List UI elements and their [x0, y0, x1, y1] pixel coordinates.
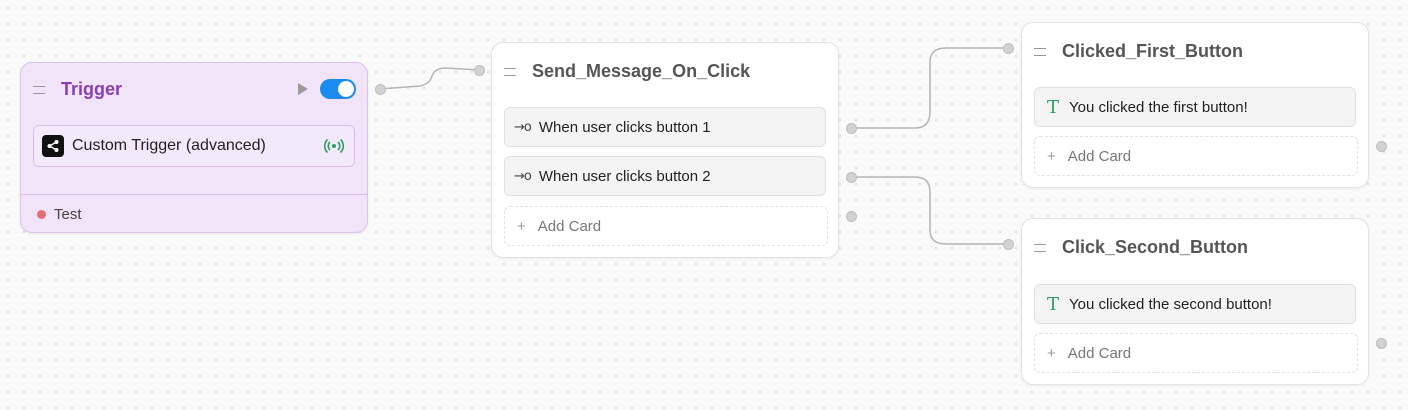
custom-trigger-label: Custom Trigger (advanced)	[72, 137, 266, 154]
click-second-title: Click_Second_Button	[1062, 237, 1249, 257]
send-message-node[interactable]: Send_Message_On_Click →o When user click…	[491, 42, 839, 258]
button2-branch-label: When user clicks button 2	[538, 167, 711, 185]
click-second-input-port[interactable]	[1003, 239, 1014, 250]
edge-button1-to-clicked-first[interactable]	[851, 47, 1008, 129]
trigger-output-port[interactable]	[375, 84, 386, 95]
add-card-button[interactable]: + Add Card	[504, 206, 828, 246]
click-second-node[interactable]: Click_Second_Button T You clicked the se…	[1021, 218, 1369, 385]
clicked-first-output-port[interactable]	[1376, 141, 1387, 152]
plus-icon: +	[1047, 147, 1056, 165]
drag-handle-icon[interactable]	[1034, 47, 1046, 56]
edge-button2-to-click-second[interactable]	[851, 176, 1008, 245]
add-card-label: Add Card	[537, 217, 602, 235]
clicked-first-input-port[interactable]	[1003, 43, 1014, 54]
trigger-status[interactable]: Test	[37, 206, 82, 223]
branch-arrow-icon: →o	[514, 119, 532, 135]
trigger-node[interactable]: Trigger Custom Trigger (advanced) Test	[20, 62, 368, 233]
button1-branch-label: When user clicks button 1	[538, 118, 711, 136]
clicked-first-header[interactable]: Clicked_First_Button	[1034, 41, 1243, 62]
edge-trigger-to-send-message[interactable]	[379, 67, 480, 90]
trigger-header[interactable]: Trigger	[33, 79, 122, 100]
add-card-label: Add Card	[1067, 344, 1132, 362]
branch-arrow-icon: →o	[514, 168, 532, 184]
add-card-button[interactable]: + Add Card	[1034, 333, 1358, 373]
play-icon[interactable]	[298, 83, 308, 95]
toggle-knob	[338, 81, 354, 97]
first-message-card[interactable]: T You clicked the first button!	[1034, 87, 1356, 127]
click-second-output-port[interactable]	[1376, 338, 1387, 349]
add-card-label: Add Card	[1067, 147, 1132, 165]
clicked-first-title: Clicked_First_Button	[1062, 41, 1244, 61]
trigger-enabled-toggle[interactable]	[320, 79, 356, 99]
send-message-input-port[interactable]	[474, 65, 485, 76]
click-second-header[interactable]: Click_Second_Button	[1034, 237, 1248, 258]
second-message-label: You clicked the second button!	[1069, 295, 1272, 313]
button2-output-port[interactable]	[846, 172, 857, 183]
send-message-title: Send_Message_On_Click	[532, 61, 751, 81]
clicked-first-node[interactable]: Clicked_First_Button T You clicked the f…	[1021, 22, 1369, 188]
text-icon: T	[1047, 293, 1060, 315]
button2-branch-card[interactable]: →o When user clicks button 2	[504, 156, 826, 196]
plus-icon: +	[1047, 344, 1056, 362]
button1-output-port[interactable]	[846, 123, 857, 134]
text-icon: T	[1047, 96, 1060, 118]
drag-handle-icon[interactable]	[33, 85, 45, 94]
button1-branch-card[interactable]: →o When user clicks button 1	[504, 107, 826, 147]
first-message-label: You clicked the first button!	[1069, 98, 1248, 116]
trigger-title: Trigger	[61, 79, 123, 99]
drag-handle-icon[interactable]	[1034, 243, 1046, 252]
broadcast-icon	[323, 136, 345, 161]
add-card-button[interactable]: + Add Card	[1034, 136, 1358, 176]
drag-handle-icon[interactable]	[504, 67, 516, 76]
send-message-default-port[interactable]	[846, 211, 857, 222]
status-dot	[37, 210, 46, 219]
trigger-divider	[21, 194, 367, 195]
custom-trigger-card[interactable]: Custom Trigger (advanced)	[33, 125, 355, 167]
status-label: Test	[54, 206, 82, 223]
plus-icon: +	[517, 217, 526, 235]
send-message-header[interactable]: Send_Message_On_Click	[504, 61, 750, 82]
share-icon	[42, 135, 64, 157]
second-message-card[interactable]: T You clicked the second button!	[1034, 284, 1356, 324]
